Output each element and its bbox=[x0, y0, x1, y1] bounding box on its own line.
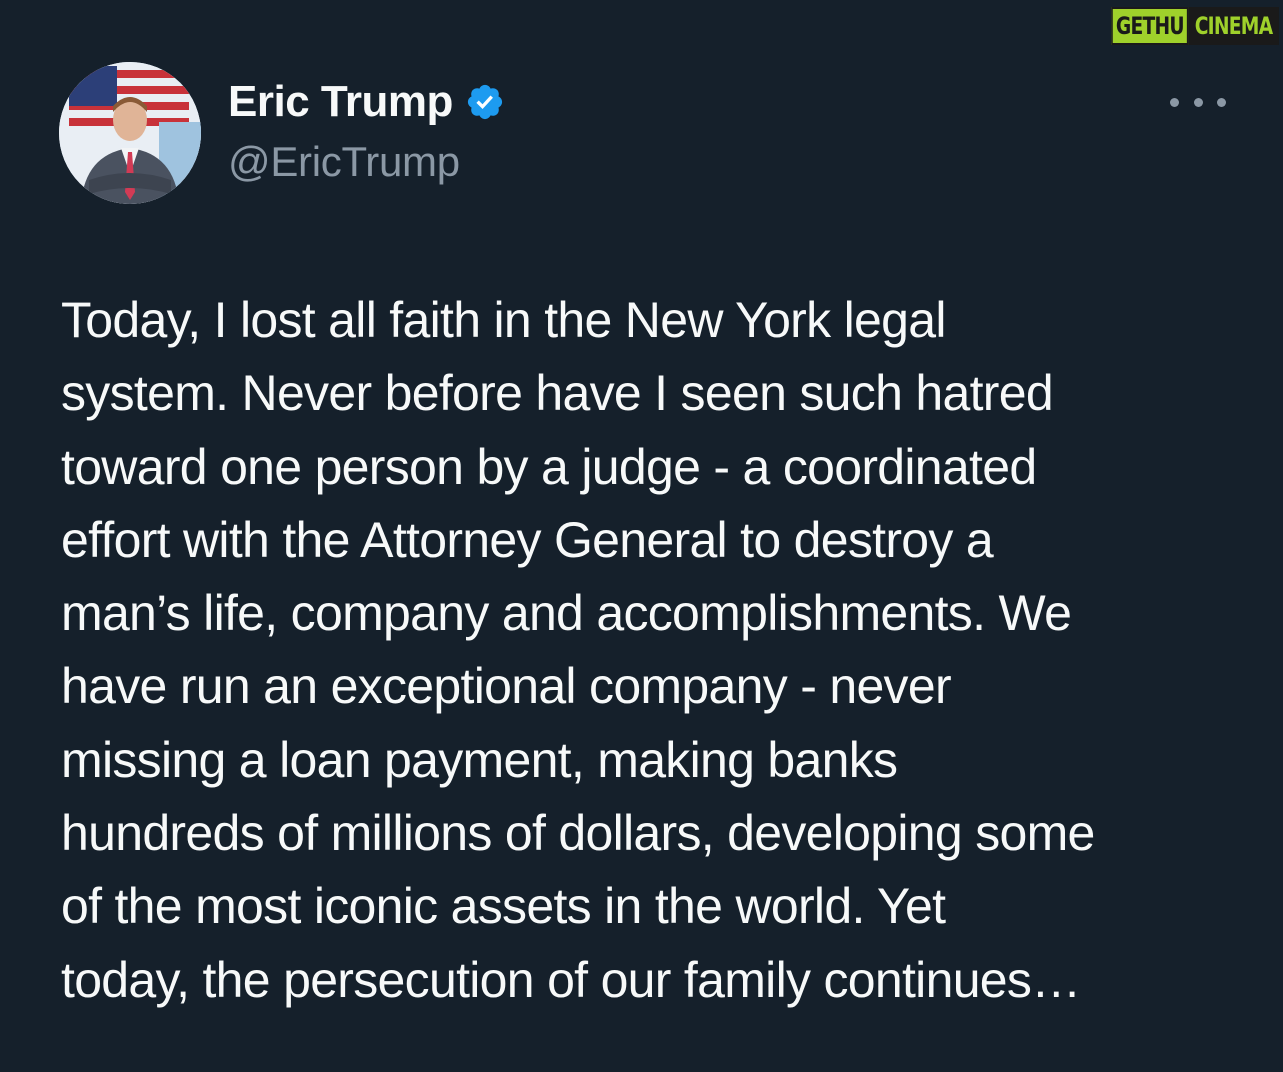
dot bbox=[1217, 97, 1226, 107]
avatar[interactable] bbox=[59, 62, 201, 204]
watermark-part2: CINEMA bbox=[1188, 7, 1279, 45]
dot bbox=[1193, 97, 1203, 107]
user-handle[interactable]: @EricTrump bbox=[228, 138, 460, 186]
tweet-text: Today, I lost all faith in the New York … bbox=[61, 292, 1095, 1008]
avatar-image bbox=[59, 62, 201, 204]
author-name-row[interactable]: Eric Trump bbox=[228, 74, 505, 130]
more-options-icon[interactable] bbox=[1170, 88, 1226, 116]
dot bbox=[1170, 97, 1179, 107]
tweet-screenshot: GETHU CINEMA Eric Trump @EricTrump Today… bbox=[0, 0, 1283, 1072]
watermark-logo: GETHU CINEMA bbox=[1111, 7, 1279, 45]
display-name[interactable]: Eric Trump bbox=[228, 77, 453, 127]
verified-badge-icon bbox=[467, 84, 502, 120]
watermark-part1: GETHU bbox=[1111, 7, 1189, 45]
